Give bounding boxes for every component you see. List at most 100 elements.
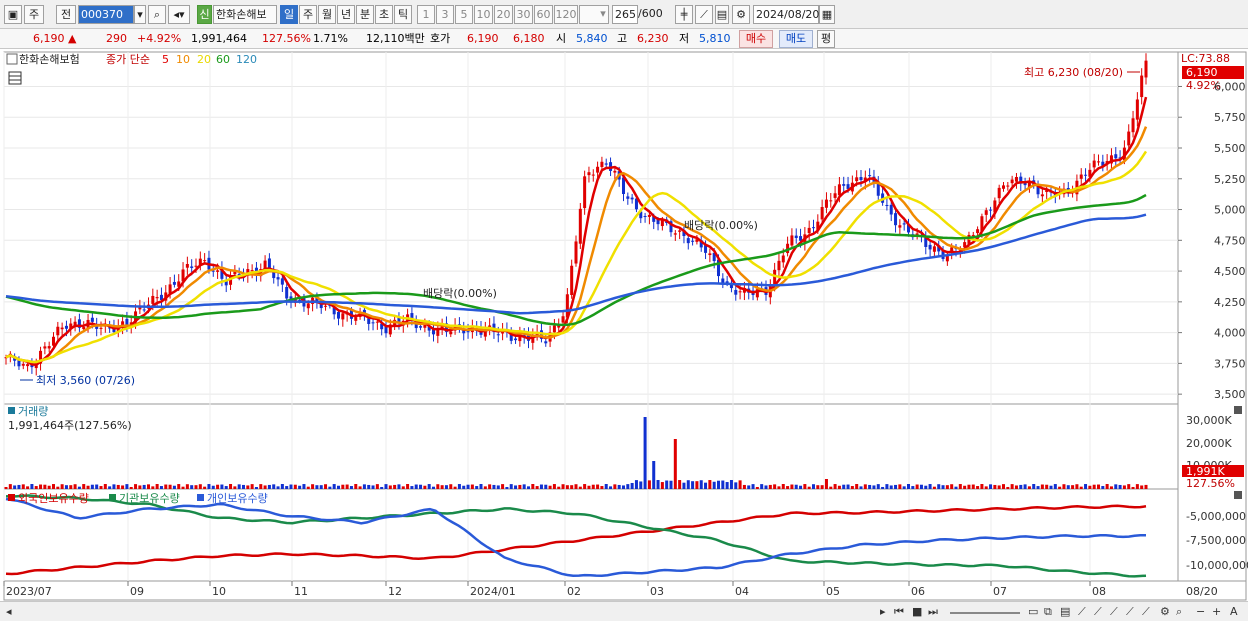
calendar-icon[interactable]: ▦: [819, 5, 835, 24]
table-icon[interactable]: [8, 71, 22, 85]
search-icon[interactable]: ⌕: [148, 5, 166, 24]
candle-type-icon[interactable]: ╪: [675, 5, 693, 24]
volume-bar: [781, 484, 785, 489]
price-change-rate: +4.92%: [137, 32, 182, 45]
code-input[interactable]: 000370: [78, 5, 134, 24]
buy-button[interactable]: 매수: [739, 30, 773, 48]
evaluation-button[interactable]: 평: [817, 30, 835, 48]
zoom-slider[interactable]: [950, 604, 1020, 614]
period-minute-button[interactable]: 분: [356, 5, 374, 24]
zoom-in-icon[interactable]: +: [1212, 604, 1221, 619]
tick-1-button[interactable]: 1: [417, 5, 435, 24]
scroll-right-icon[interactable]: ▸: [880, 604, 886, 619]
line-tool-icon[interactable]: ⟋: [695, 5, 713, 24]
institution-holding-label: 기관보유수량: [119, 492, 180, 505]
period-year-button[interactable]: 년: [337, 5, 355, 24]
volume-bar: [846, 484, 850, 489]
volume-bar: [1092, 484, 1096, 489]
prev-button[interactable]: 전: [56, 5, 76, 24]
volume-bar: [129, 486, 133, 489]
volume-bar: [233, 486, 237, 489]
date-input[interactable]: 2024/08/20: [753, 5, 819, 24]
period-unit-select[interactable]: 주: [24, 5, 44, 24]
rewind-icon[interactable]: ⏮: [894, 604, 904, 619]
volume-bar: [393, 484, 397, 489]
sound-icon[interactable]: ◂▾: [168, 5, 190, 24]
period-second-button[interactable]: 초: [375, 5, 393, 24]
tool-icon[interactable]: ⌕: [1176, 604, 1182, 619]
volume-bar: [509, 484, 513, 489]
volume-bar: [565, 485, 569, 489]
price-change: 290: [106, 32, 127, 45]
period-week-button[interactable]: 주: [299, 5, 317, 24]
volume-bar: [799, 485, 803, 489]
code-dropdown-icon[interactable]: ▾: [134, 5, 146, 24]
volume-bar: [479, 484, 483, 489]
candle-body: [544, 341, 548, 344]
period-month-button[interactable]: 월: [318, 5, 336, 24]
period-day-button[interactable]: 일: [280, 5, 298, 24]
count-input[interactable]: 265: [612, 5, 638, 24]
volume-bar: [1075, 484, 1079, 489]
volume-bar: [263, 485, 267, 489]
candle-body: [829, 200, 833, 202]
low-label: 저: [679, 32, 690, 45]
text-tool-icon[interactable]: A: [1230, 604, 1238, 619]
price-y-tick-label: 6,000: [1214, 80, 1246, 93]
volume-bar: [850, 486, 854, 489]
tick-10-button[interactable]: 10: [474, 5, 493, 24]
gear-icon[interactable]: ⚙: [732, 5, 750, 24]
stop-icon[interactable]: ■: [912, 604, 922, 619]
volume-bar: [971, 484, 975, 489]
volume-bar: [505, 486, 509, 489]
drawing-icon-2[interactable]: ⟋: [1094, 604, 1102, 619]
tick-30-button[interactable]: 30: [514, 5, 533, 24]
candle-body: [1040, 194, 1044, 197]
drawing-icon-4[interactable]: ⟋: [1126, 604, 1134, 619]
forward-icon[interactable]: ⏭: [928, 604, 938, 619]
volume-bar: [868, 484, 872, 489]
x-axis-label: 05: [826, 585, 840, 598]
tick-120-button[interactable]: 120: [554, 5, 578, 24]
zoom-out-icon[interactable]: −: [1196, 604, 1205, 619]
layout-icon-1[interactable]: ▭: [1028, 604, 1038, 619]
save-icon[interactable]: ▤: [715, 5, 729, 24]
volume-bar: [43, 484, 47, 489]
settings-icon[interactable]: ⚙: [1160, 604, 1170, 619]
candle-body: [367, 318, 371, 324]
period-tick-button[interactable]: 틱: [394, 5, 412, 24]
layout-icon-2[interactable]: ⧉: [1044, 604, 1052, 619]
tick-20-button[interactable]: 20: [494, 5, 513, 24]
holding-y-tick-5m: -5,000,000: [1186, 510, 1246, 523]
volume-bar: [1109, 486, 1113, 489]
layout-icon-3[interactable]: ▤: [1060, 604, 1070, 619]
volume-bar: [237, 484, 241, 489]
volume-value-label: 1,991,464주(127.56%): [8, 419, 132, 432]
tick-3-button[interactable]: 3: [436, 5, 454, 24]
stock-name: 한화손해보: [213, 5, 277, 24]
volume-bar: [570, 485, 574, 489]
volume-bar: [708, 480, 712, 489]
sell-button[interactable]: 매도: [779, 30, 813, 48]
tick-60-button[interactable]: 60: [534, 5, 553, 24]
volume-close-icon[interactable]: [1234, 406, 1242, 414]
holding-close-icon[interactable]: [1234, 491, 1242, 499]
chart-svg[interactable]: 한화손해보험 종가 단순 5 10 20 60 120 최고 6,230 (08…: [0, 50, 1248, 602]
drawing-icon-3[interactable]: ⟋: [1110, 604, 1118, 619]
volume-bar: [742, 484, 746, 489]
window-menu-icon[interactable]: ▣: [4, 5, 22, 24]
volume-bar: [267, 484, 271, 489]
current-price-tag-text: 6,190: [1186, 66, 1218, 79]
legend-ma120: 120: [236, 53, 257, 66]
price-y-tick-label: 4,250: [1214, 296, 1246, 309]
volume-bar: [440, 485, 444, 489]
volume-bar: [134, 484, 138, 489]
volume-bar: [807, 486, 811, 489]
tick-5-button[interactable]: 5: [455, 5, 473, 24]
legend-checkbox-icon[interactable]: [6, 53, 18, 65]
drawing-icon-5[interactable]: ⟋: [1142, 604, 1150, 619]
scroll-left-icon[interactable]: ◂: [6, 604, 12, 619]
drawing-icon-1[interactable]: ⟋: [1078, 604, 1086, 619]
tick-dropdown-icon[interactable]: ▾: [597, 5, 609, 24]
volume-bar: [1036, 486, 1040, 489]
